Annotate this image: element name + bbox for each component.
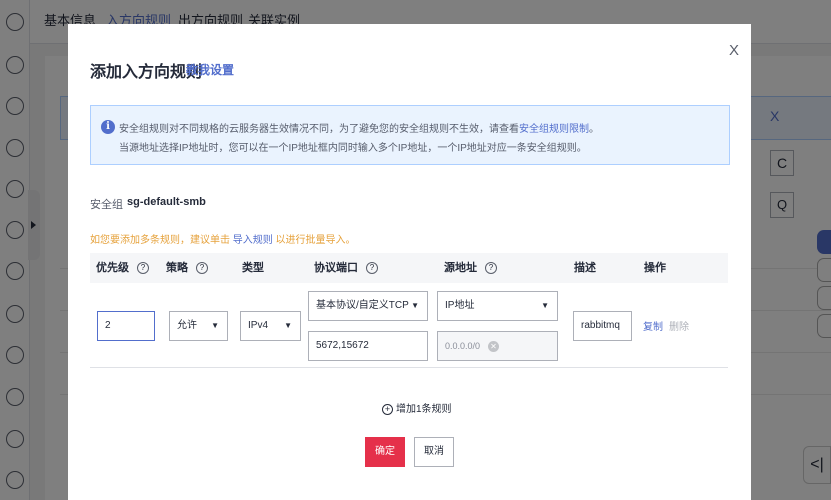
col-source: 源地址?: [444, 253, 497, 283]
security-group-label: 安全组: [90, 199, 123, 211]
source-ip-input[interactable]: 0.0.0.0/0 ✕: [437, 331, 558, 361]
col-priority: 优先级?: [96, 253, 149, 283]
add-rule-label: 增加1条规则: [396, 404, 452, 415]
source-type-select[interactable]: IP地址 ▼: [437, 291, 558, 321]
confirm-button[interactable]: 确定: [365, 437, 405, 467]
description-input[interactable]: rabbitmq: [573, 311, 632, 341]
plus-circle-icon: +: [382, 404, 393, 415]
col-source-label: 源地址: [444, 262, 477, 274]
col-description: 描述: [574, 262, 596, 274]
add-inbound-rule-dialog: X 添加入方向规则 教我设置 i 安全组规则对不同规格的云服务器生效情况不同，为…: [68, 24, 751, 500]
source-ip-tag: 0.0.0.0/0: [445, 341, 481, 351]
question-icon[interactable]: ?: [137, 262, 149, 275]
delete-rule-link: 删除: [669, 322, 689, 333]
type-select[interactable]: IPv4 ▼: [240, 311, 301, 341]
col-protocol-port: 协议端口?: [314, 253, 378, 283]
protocol-select-value: 基本协议/自定义TCP: [316, 300, 409, 311]
col-protocol-port-label: 协议端口: [314, 262, 358, 274]
policy-select[interactable]: 允许 ▼: [169, 311, 228, 341]
source-type-value: IP地址: [445, 300, 475, 311]
question-icon[interactable]: ?: [485, 262, 497, 275]
security-group-value: sg-default-smb: [127, 196, 206, 208]
close-icon[interactable]: X: [729, 42, 739, 59]
bulk-import-hint: 如您要添加多条规则，建议单击 导入规则 以进行批量导入。: [90, 231, 356, 246]
col-type: 类型: [242, 262, 264, 274]
remove-tag-icon[interactable]: ✕: [488, 340, 500, 352]
notice-line-1-end: 。: [589, 124, 599, 135]
policy-select-value: 允许: [177, 320, 197, 331]
chevron-down-icon: ▼: [541, 301, 549, 310]
col-policy-label: 策略: [166, 262, 188, 274]
port-input[interactable]: 5672,15672: [308, 331, 428, 361]
hint-prefix: 如您要添加多条规则，建议单击: [90, 235, 233, 246]
priority-input[interactable]: 2: [97, 311, 155, 341]
copy-rule-link[interactable]: 复制: [643, 318, 663, 333]
question-icon[interactable]: ?: [366, 262, 378, 275]
help-setup-link[interactable]: 教我设置: [186, 61, 234, 78]
notice-line-1-text: 安全组规则对不同规格的云服务器生效情况不同，为了避免您的安全组规则不生效，请查看: [119, 124, 519, 135]
col-priority-label: 优先级: [96, 262, 129, 274]
protocol-select[interactable]: 基本协议/自定义TCP ▼: [308, 291, 428, 321]
row-divider: [90, 367, 728, 368]
chevron-down-icon: ▼: [211, 321, 219, 330]
info-icon: i: [101, 120, 115, 134]
col-policy: 策略?: [166, 253, 208, 283]
notice-line-1: 安全组规则对不同规格的云服务器生效情况不同，为了避免您的安全组规则不生效，请查看…: [119, 120, 599, 135]
rules-table-header: 优先级? 策略? 类型 协议端口? 源地址? 描述 操作: [90, 253, 728, 283]
col-actions: 操作: [644, 262, 666, 274]
question-icon[interactable]: ?: [196, 262, 208, 275]
hint-suffix: 以进行批量导入。: [272, 235, 356, 246]
type-select-value: IPv4: [248, 320, 269, 331]
notice-line-2: 当源地址选择IP地址时，您可以在一个IP地址框内同时输入多个IP地址，一个IP地…: [119, 143, 587, 154]
sg-rule-limits-link[interactable]: 安全组规则限制: [519, 124, 589, 135]
chevron-down-icon: ▼: [411, 301, 419, 310]
cancel-button[interactable]: 取消: [414, 437, 454, 467]
add-rule-button[interactable]: + 增加1条规则: [382, 400, 452, 415]
notice-banner: i 安全组规则对不同规格的云服务器生效情况不同，为了避免您的安全组规则不生效，请…: [90, 105, 730, 165]
import-rules-link[interactable]: 导入规则: [233, 235, 273, 246]
chevron-down-icon: ▼: [284, 321, 292, 330]
